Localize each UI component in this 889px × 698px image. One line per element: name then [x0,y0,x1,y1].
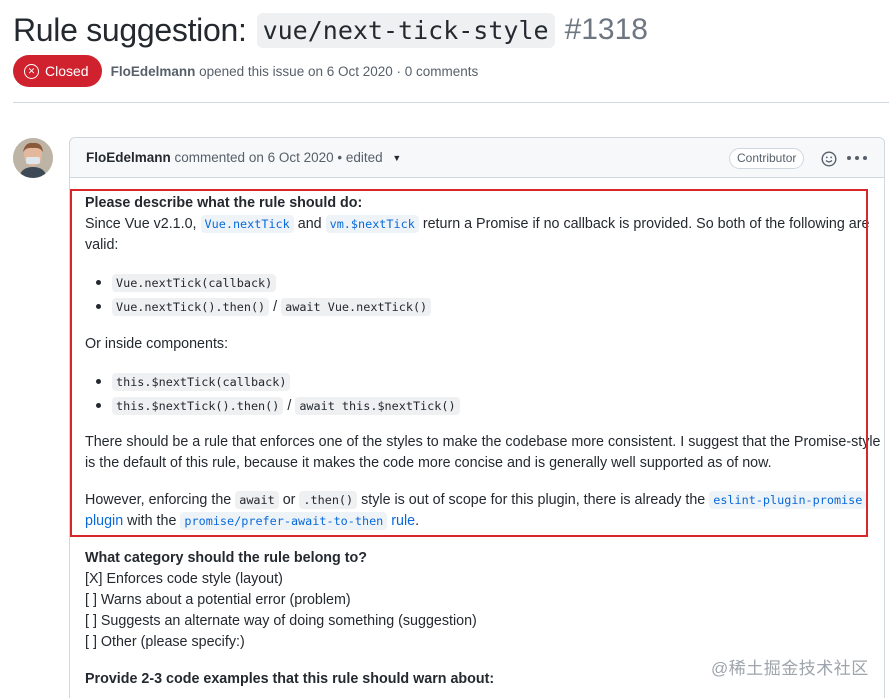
issue-meta: ✕ Closed FloEdelmann opened this issue o… [13,55,478,87]
comment-author-link[interactable]: FloEdelmann [86,150,171,165]
issue-title-code: vue/next-tick-style [256,12,555,48]
issue-number: #1318 [564,13,648,46]
comment-header-text: FloEdelmann commented on 6 Oct 2020 • ed… [86,150,401,165]
issue-author-link[interactable]: FloEdelmann [111,64,196,79]
issue-meta-text: FloEdelmann opened this issue on 6 Oct 2… [111,64,479,79]
comment-header: FloEdelmann commented on 6 Oct 2020 • ed… [70,138,884,178]
category-item: [X] Enforces code style (layout) [85,571,283,587]
watermark: @稀土掘金技术社区 [711,659,869,678]
kebab-menu-icon[interactable] [847,149,867,167]
avatar[interactable] [13,138,53,178]
issue-title: Rule suggestion: vue/next-tick-style #13… [13,10,648,50]
smiley-icon[interactable] [821,151,837,167]
x-circle-icon: ✕ [24,63,39,79]
comment-meta[interactable]: commented on 6 Oct 2020 • edited [175,150,383,165]
highlight-annotation-box [70,189,868,537]
section-heading-category: What category should the rule belong to? [85,550,367,566]
issue-title-text: Rule suggestion: [13,11,247,48]
category-item: [ ] Suggests an alternate way of doing s… [85,613,477,629]
caret-down-icon[interactable]: ▼ [392,153,401,163]
state-label: Closed [45,63,89,79]
header-divider [13,102,889,103]
avatar-image [13,138,53,178]
issue-opened-text: opened this issue on 6 Oct 2020 · 0 comm… [199,63,479,79]
category-item: [ ] Other (please specify:) [85,634,245,650]
state-badge: ✕ Closed [13,55,102,87]
category-item: [ ] Warns about a potential error (probl… [85,592,351,608]
section-heading-examples: Provide 2-3 code examples that this rule… [85,671,495,687]
contributor-badge: Contributor [729,148,805,169]
